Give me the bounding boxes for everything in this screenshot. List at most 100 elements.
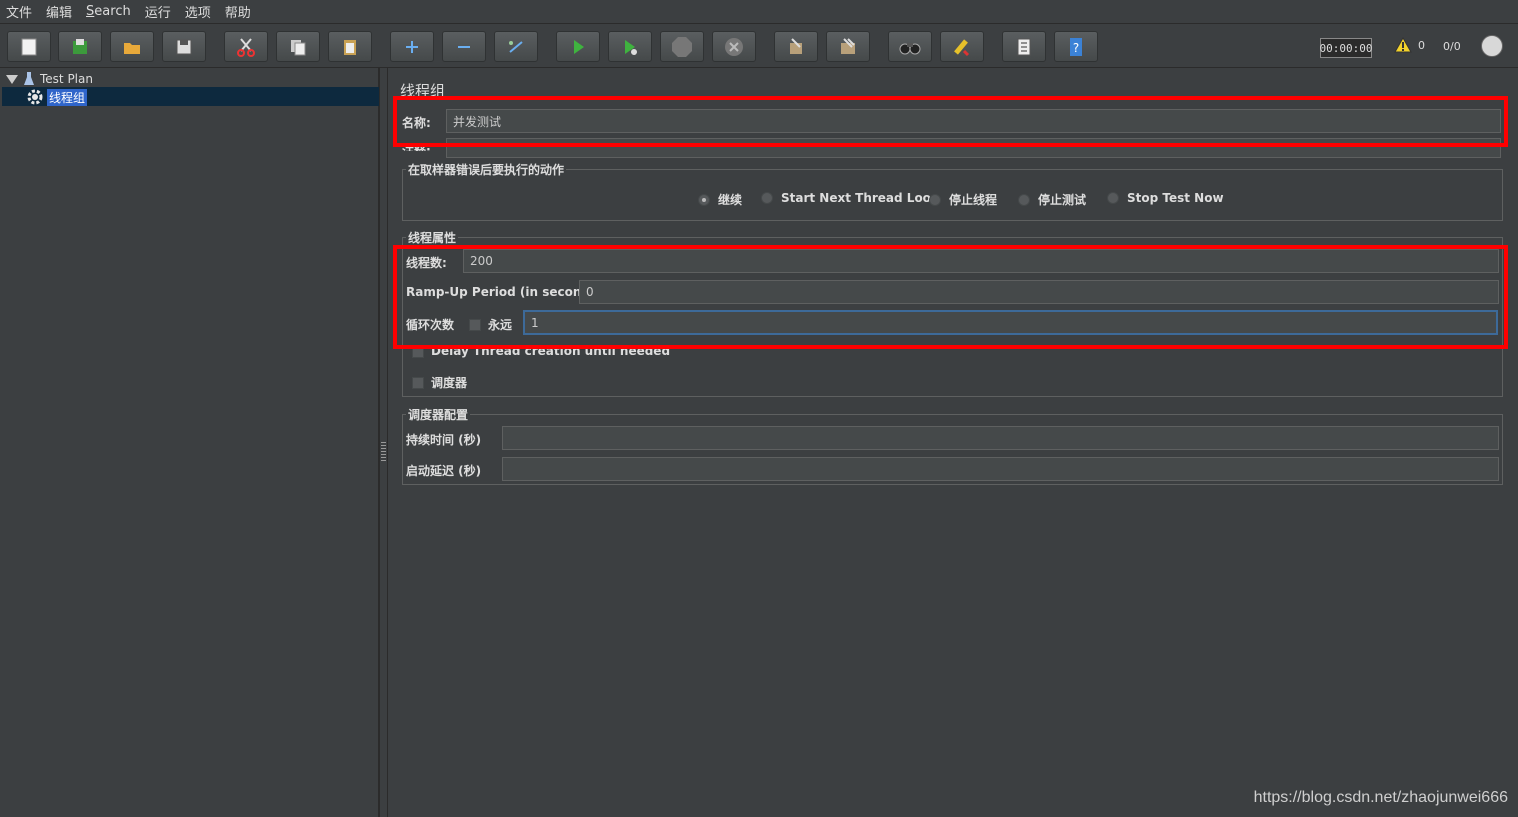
forever-checkbox[interactable]: 永远 (469, 316, 512, 333)
menu-file[interactable]: 文件 (6, 2, 32, 21)
warning-icon (1394, 37, 1412, 53)
open-button[interactable] (110, 31, 154, 62)
paste-button[interactable] (328, 31, 372, 62)
start-button[interactable] (556, 31, 600, 62)
function-helper-icon (1017, 38, 1031, 55)
stop-button[interactable] (660, 31, 704, 62)
cut-icon (237, 37, 255, 57)
new-icon (21, 38, 37, 55)
menu-edit[interactable]: 编辑 (46, 2, 72, 21)
search-button[interactable] (888, 31, 932, 62)
rampup-input[interactable]: 0 (579, 280, 1499, 304)
checkbox-box (412, 376, 424, 389)
checkbox-box (469, 318, 481, 331)
watermark: https://blog.csdn.net/zhaojunwei666 (1253, 789, 1508, 806)
radio-label: 停止测试 (1038, 193, 1087, 207)
new-button[interactable] (7, 31, 51, 62)
delay-thread-checkbox[interactable]: Delay Thread creation until needed (412, 346, 670, 358)
warning-count: 0 (1418, 38, 1425, 52)
toggle-button[interactable] (494, 31, 538, 62)
save-button[interactable] (162, 31, 206, 62)
clear-button[interactable] (774, 31, 818, 62)
radio-label: Stop Test Now (1127, 191, 1224, 205)
help-icon: ? (1070, 37, 1082, 56)
reset-search-icon (954, 38, 970, 56)
menu-help[interactable]: 帮助 (225, 2, 251, 21)
splitter-grip[interactable] (381, 442, 386, 462)
menu-search[interactable]: Search (86, 4, 131, 19)
thread-properties-title: 线程属性 (406, 229, 459, 246)
templates-button[interactable] (58, 31, 102, 62)
start-icon (574, 39, 584, 54)
radio-label: 停止线程 (949, 193, 998, 207)
error-action-group-title: 在取样器错误后要执行的动作 (406, 161, 567, 178)
menu-bar: 文件 编辑 Search 运行 选项 帮助 (0, 0, 1518, 22)
test-plan-tree: Test Plan 线程组 (2, 68, 379, 817)
thread-ratio: 0/0 (1443, 40, 1461, 53)
function-helper-button[interactable] (1002, 31, 1046, 62)
scheduler-config-title: 调度器配置 (406, 406, 471, 423)
tree-label-test-plan: Test Plan (40, 72, 93, 86)
cut-button[interactable] (224, 31, 268, 62)
checkbox-box (412, 346, 424, 358)
menu-run[interactable]: 运行 (145, 2, 171, 21)
threads-input[interactable]: 200 (463, 249, 1499, 273)
scheduler-checkbox[interactable]: 调度器 (412, 374, 467, 391)
radio-start-next-loop[interactable]: Start Next Thread Loop (761, 191, 940, 205)
collapse-icon (458, 45, 470, 48)
startup-delay-label: 启动延迟 (秒) (406, 464, 482, 478)
remote-status-icon[interactable] (1481, 35, 1503, 57)
name-input[interactable]: 并发测试 (446, 109, 1501, 133)
comment-label: 注释: (402, 144, 431, 151)
help-button[interactable]: ? (1054, 31, 1098, 62)
radio-dot (1107, 192, 1119, 204)
search-icon (899, 42, 921, 54)
scheduler-label: 调度器 (431, 376, 468, 390)
paste-icon (344, 39, 356, 55)
radio-dot (698, 193, 710, 206)
rampup-label: Ramp-Up Period (in seconds): (406, 285, 608, 299)
svg-text:?: ? (1073, 41, 1079, 55)
threads-label: 线程数: (406, 256, 447, 270)
clear-all-icon (841, 37, 855, 54)
radio-label: 继续 (718, 193, 743, 207)
forever-label: 永远 (488, 318, 513, 332)
comment-input[interactable] (446, 138, 1501, 158)
radio-dot (761, 192, 773, 204)
expand-icon (406, 40, 418, 53)
tree-node-test-plan[interactable]: Test Plan (6, 70, 93, 88)
start-no-pause-button[interactable] (608, 31, 652, 62)
flask-icon (24, 72, 34, 85)
radio-label: Start Next Thread Loop (781, 191, 940, 205)
panel-title: 线程组 (400, 82, 446, 100)
radio-dot (1018, 193, 1030, 206)
loop-count-input[interactable]: 1 (523, 310, 1498, 335)
copy-icon (291, 39, 306, 55)
warning-indicator[interactable]: 0 (1394, 37, 1425, 53)
tree-node-thread-group[interactable]: 线程组 (26, 88, 88, 106)
name-label: 名称: (402, 116, 431, 130)
radio-stop-thread[interactable]: 停止线程 (929, 191, 997, 208)
expand-button[interactable] (390, 31, 434, 62)
radio-dot (929, 193, 941, 206)
save-icon (176, 39, 192, 54)
shutdown-icon (725, 37, 743, 56)
duration-input[interactable] (502, 426, 1499, 450)
collapse-button[interactable] (442, 31, 486, 62)
open-icon (124, 42, 140, 54)
thread-group-panel: 线程组 名称: 并发测试 注释: 在取样器错误后要执行的动作 继续 Start … (389, 68, 1518, 817)
startup-delay-input[interactable] (502, 457, 1499, 481)
menu-options[interactable]: 选项 (185, 2, 211, 21)
shutdown-button[interactable] (712, 31, 756, 62)
loop-count-label: 循环次数 (406, 318, 455, 332)
radio-stop-test[interactable]: 停止测试 (1018, 191, 1086, 208)
clear-all-button[interactable] (826, 31, 870, 62)
clear-icon (790, 37, 802, 54)
reset-search-button[interactable] (940, 31, 984, 62)
gear-icon (27, 89, 43, 105)
copy-button[interactable] (276, 31, 320, 62)
duration-label: 持续时间 (秒) (406, 433, 482, 447)
expand-caret-icon[interactable] (6, 74, 18, 84)
radio-stop-test-now[interactable]: Stop Test Now (1107, 191, 1224, 205)
radio-continue[interactable]: 继续 (698, 191, 742, 208)
